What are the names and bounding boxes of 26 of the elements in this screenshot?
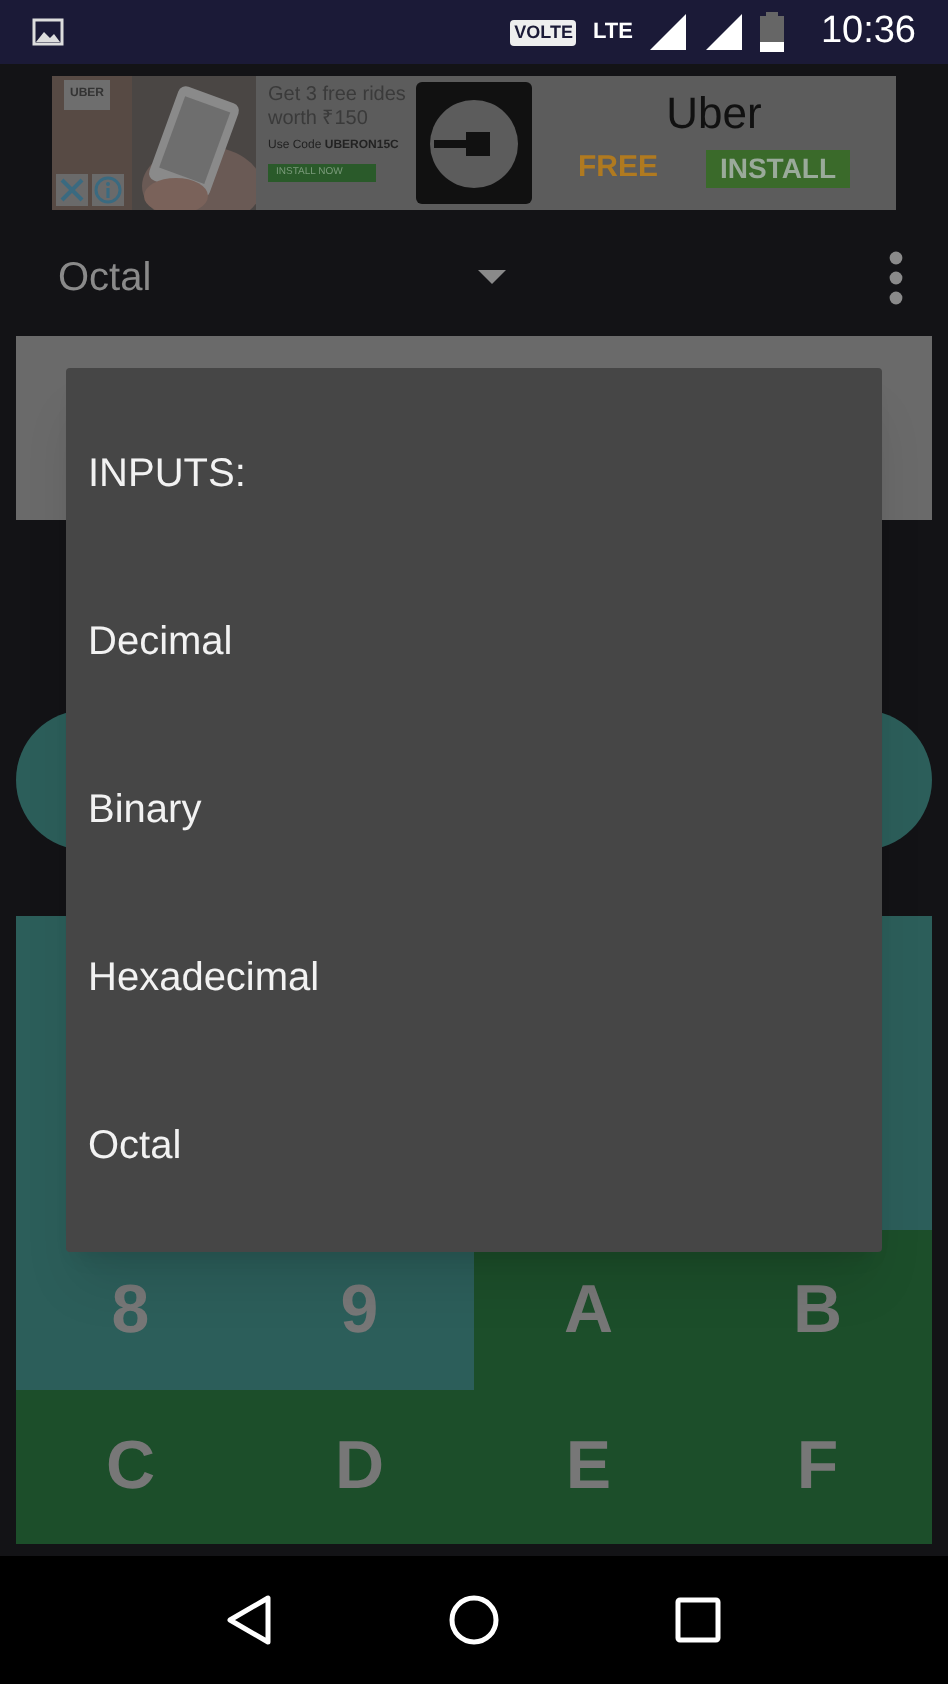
home-icon[interactable]: [447, 1594, 500, 1646]
keypad-key[interactable]: D: [245, 1390, 474, 1544]
clock: 10:36: [820, 7, 916, 56]
dialog-option[interactable]: Decimal: [66, 558, 882, 726]
dialog-option[interactable]: Octal: [66, 1062, 882, 1230]
recents-icon[interactable]: [673, 1596, 722, 1644]
back-icon[interactable]: [226, 1594, 275, 1646]
dropdown-arrow-icon: [478, 270, 506, 286]
image-icon: [32, 18, 64, 46]
dialog-option[interactable]: Binary: [66, 726, 882, 894]
keypad-key[interactable]: E: [474, 1390, 703, 1544]
keypad-key[interactable]: C: [16, 1390, 245, 1544]
dialog-option[interactable]: Hexadecimal: [66, 894, 882, 1062]
input-spinner[interactable]: Octal: [58, 248, 506, 308]
keypad-key[interactable]: F: [703, 1390, 932, 1544]
signal-icon: [648, 12, 689, 52]
overflow-menu-icon[interactable]: [888, 250, 904, 306]
app-logo: [416, 82, 532, 204]
app-name: Uber: [666, 88, 762, 140]
dialog-title: INPUTS:: [86, 450, 248, 500]
install-button[interactable]: INSTALL: [705, 149, 851, 188]
price-label: FREE: [577, 148, 658, 188]
volte-badge: VOLTE: [510, 19, 577, 45]
signal-icon: [704, 12, 745, 52]
network-type: LTE: [592, 21, 633, 43]
battery-icon: [760, 12, 785, 52]
